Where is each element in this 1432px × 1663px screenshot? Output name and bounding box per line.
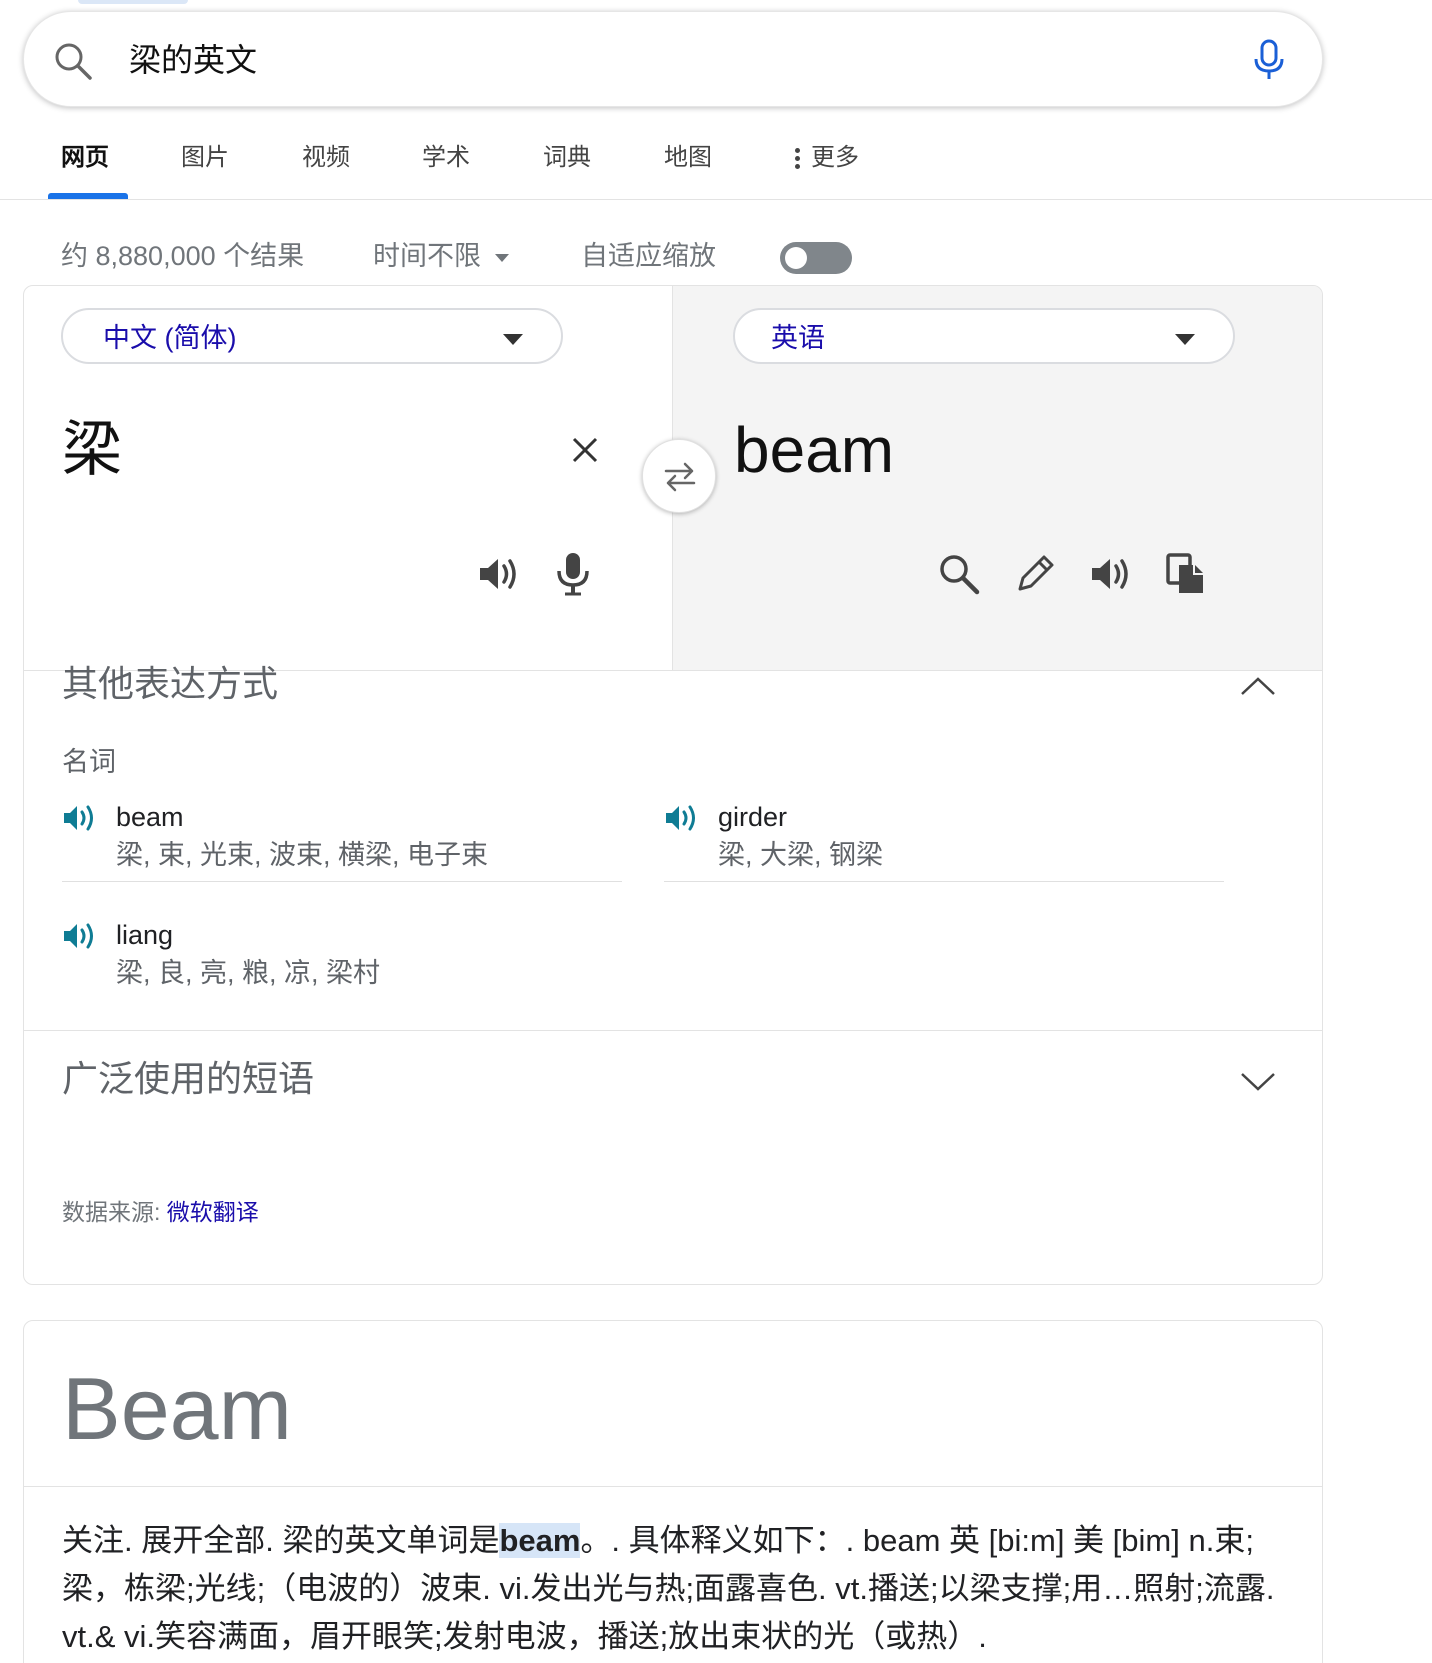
close-icon[interactable] [569,434,601,466]
source-text-input[interactable]: 梁 [62,414,122,486]
adaptive-zoom-label: 自适应缩放 [581,241,716,271]
caret-down-icon [495,253,509,262]
search-input[interactable]: 梁的英文 [129,38,257,82]
toggle-knob [785,247,807,269]
tab-academic[interactable]: 学术 [422,140,470,176]
speaker-icon[interactable] [476,551,522,597]
adaptive-zoom-toggle[interactable] [780,242,852,274]
definition-card: Beam 关注. 展开全部. 梁的英文单词是beam。. 具体释义如下：. be… [23,1320,1323,1663]
definition-title: Beam [62,1359,292,1458]
speaker-icon[interactable] [1088,551,1134,597]
search-bar[interactable]: 梁的英文 [23,11,1323,107]
divider [664,881,1224,882]
divider [62,881,622,882]
alternative-word[interactable]: beam [116,799,184,835]
dropdown-arrow-icon [1175,334,1195,345]
definition-text-pre: 关注. 展开全部. 梁的英文单词是 [62,1523,500,1558]
translator-card: 中文 (简体) 英语 梁 beam 其他表达方式 名词 beam 梁, 束, 光… [23,285,1323,1285]
target-language-label: 英语 [771,323,825,353]
active-tab-indicator [48,193,128,199]
swap-languages-button[interactable] [642,439,716,513]
highlighted-term: beam [499,1523,581,1558]
top-tab-sliver [78,0,188,4]
more-vertical-icon [795,145,801,172]
tab-more[interactable]: 更多 [795,140,859,176]
target-language-select[interactable]: 英语 [733,308,1235,364]
tab-maps[interactable]: 地图 [664,140,712,176]
swap-icon [664,462,696,492]
speaker-icon[interactable] [664,801,702,835]
dropdown-arrow-icon [503,334,523,345]
alternative-synonyms: 梁, 束, 光束, 波束, 横梁, 电子束 [116,840,489,870]
data-source-label: 数据来源: [62,1199,161,1225]
alternative-synonyms: 梁, 良, 亮, 粮, 凉, 梁村 [116,958,381,988]
translated-text: beam [734,414,895,486]
search-icon[interactable] [936,551,982,597]
tab-more-label: 更多 [811,144,859,171]
chevron-up-icon[interactable] [1239,674,1277,698]
data-source-link[interactable]: 微软翻译 [167,1199,259,1225]
search-tabs: 网页 图片 视频 学术 词典 地图 更多 [0,130,1432,200]
tab-videos[interactable]: 视频 [302,140,350,176]
mic-icon[interactable] [1249,38,1289,82]
tab-images[interactable]: 图片 [181,140,229,176]
alternatives-title: 其他表达方式 [62,663,279,704]
source-language-label: 中文 (简体) [103,323,237,353]
copy-icon[interactable] [1163,551,1209,597]
search-icon[interactable] [52,40,94,82]
speaker-icon[interactable] [62,801,100,835]
divider [24,1030,1322,1031]
part-of-speech-label: 名词 [62,747,116,777]
alternative-word[interactable]: girder [718,799,787,835]
tab-web[interactable]: 网页 [61,140,109,176]
chevron-down-icon[interactable] [1239,1070,1277,1094]
phrases-title: 广泛使用的短语 [62,1058,315,1099]
divider [24,1486,1322,1487]
alternative-synonyms: 梁, 大梁, 钢梁 [718,840,884,870]
time-filter-label: 时间不限 [373,241,481,271]
speaker-icon[interactable] [62,919,100,953]
tab-dictionary[interactable]: 词典 [543,140,591,176]
source-language-select[interactable]: 中文 (简体) [61,308,563,364]
pencil-icon[interactable] [1012,551,1058,597]
alternative-word[interactable]: liang [116,917,173,953]
definition-text: 关注. 展开全部. 梁的英文单词是beam。. 具体释义如下：. beam 英 … [62,1517,1302,1661]
data-source: 数据来源: 微软翻译 [62,1196,259,1228]
time-filter[interactable]: 时间不限 [373,238,509,274]
result-count: 约 8,880,000 个结果 [61,241,305,271]
mic-icon[interactable] [550,551,596,597]
